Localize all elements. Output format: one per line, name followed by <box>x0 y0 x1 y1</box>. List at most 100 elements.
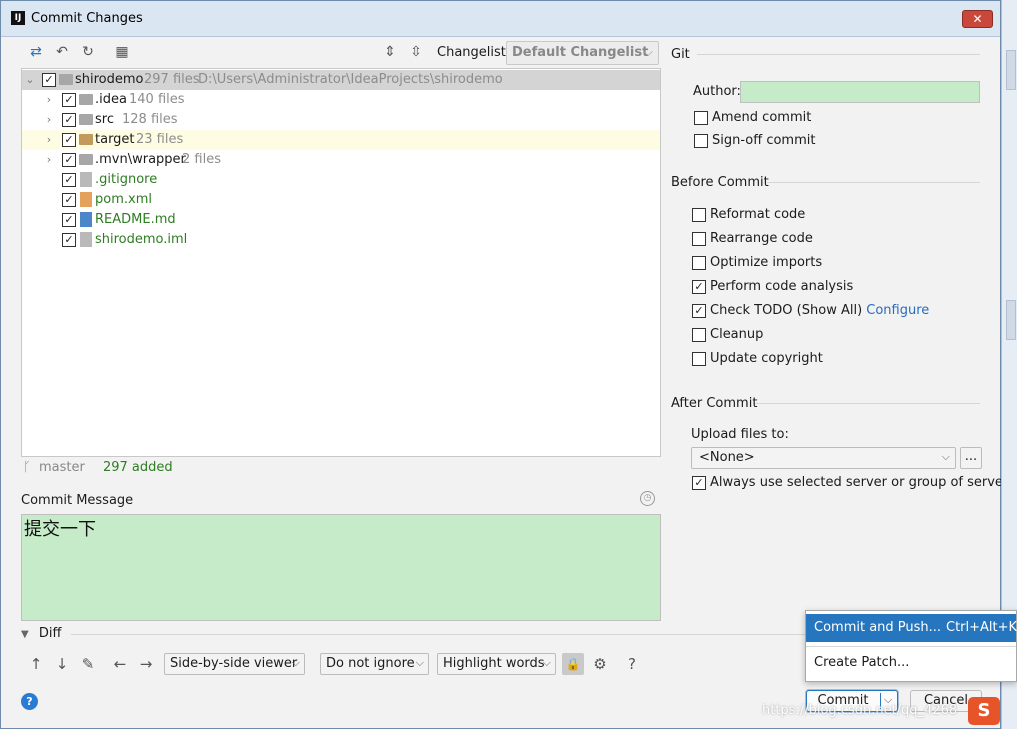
rollback-icon[interactable]: ↶ <box>53 43 71 61</box>
rearrange-code-checkbox[interactable] <box>692 232 706 246</box>
folder-checkbox[interactable]: ✓ <box>62 113 76 127</box>
update-copyright-checkbox[interactable] <box>692 352 706 366</box>
tree-folder-row[interactable]: › ✓ src 128 files <box>22 110 660 130</box>
highlight-value: Highlight words <box>443 656 545 671</box>
ignore-whitespace-dropdown[interactable]: Do not ignore ⌵ <box>320 653 429 675</box>
commit-message-input[interactable]: 提交一下 <box>21 514 661 621</box>
divider <box>755 403 980 404</box>
divider <box>767 182 980 183</box>
highlight-dropdown[interactable]: Highlight words ⌵ <box>437 653 556 675</box>
collapse-all-icon[interactable]: ⇳ <box>407 43 425 61</box>
create-patch-label: Create Patch... <box>814 655 910 670</box>
commit-history-icon[interactable]: ◷ <box>640 491 655 506</box>
configure-todo-link[interactable]: Configure <box>866 303 929 318</box>
tree-file-row[interactable]: ✓ pom.xml <box>22 190 660 210</box>
folder-icon <box>79 154 93 165</box>
file-checkbox[interactable]: ✓ <box>62 213 76 227</box>
tree-folder-row[interactable]: › ✓ .mvn\wrapper 2 files <box>22 150 660 170</box>
chevron-down-icon[interactable]: ▼ <box>21 629 29 640</box>
divider <box>697 54 980 55</box>
arrow-down-icon[interactable]: ↓ <box>53 655 71 673</box>
reformat-code-checkbox[interactable] <box>692 208 706 222</box>
check-todo-checkbox[interactable]: ✓ <box>692 304 706 318</box>
tree-file-row[interactable]: ✓ README.md <box>22 210 660 230</box>
chevron-right-icon[interactable]: › <box>43 150 55 170</box>
help-icon[interactable]: ? <box>21 693 38 710</box>
file-name: shirodemo.iml <box>95 232 188 247</box>
chevron-down-icon[interactable]: ⌄ <box>24 70 36 90</box>
upload-server-value: <None> <box>699 450 755 465</box>
arrow-left-icon[interactable]: ← <box>111 655 129 673</box>
edit-icon[interactable]: ✎ <box>79 655 97 673</box>
git-section-title: Git <box>671 47 690 62</box>
check-todo-text: Check TODO (Show All) <box>710 303 863 318</box>
update-copyright-label: Update copyright <box>710 351 823 366</box>
expand-all-icon[interactable]: ⇕ <box>381 43 399 61</box>
tree-root-row[interactable]: ⌄ ✓ shirodemo 297 files D:\Users\Adminis… <box>22 70 660 90</box>
root-count: 297 files <box>144 72 200 87</box>
chevron-right-icon[interactable]: › <box>43 90 55 110</box>
diff-label: Diff <box>38 626 62 641</box>
after-commit-title: After Commit <box>671 396 758 411</box>
settings-gear-icon[interactable]: ⚙ <box>591 655 609 673</box>
create-patch-item[interactable]: Create Patch... <box>806 649 1016 677</box>
amend-commit-checkbox[interactable] <box>694 111 708 125</box>
iml-file-icon <box>80 232 92 247</box>
commit-and-push-label: Commit and Push... <box>814 620 942 635</box>
commit-and-push-item[interactable]: Commit and Push... Ctrl+Alt+K <box>806 614 1017 642</box>
changelist-value: Default Changelist <box>512 45 649 60</box>
browse-servers-button[interactable]: ... <box>960 447 982 469</box>
viewer-mode-dropdown[interactable]: Side-by-side viewer ⌵ <box>164 653 305 675</box>
folder-checkbox[interactable]: ✓ <box>62 93 76 107</box>
show-diff-icon[interactable]: ⇄ <box>27 43 45 61</box>
lock-icon[interactable]: 🔒 <box>562 653 584 675</box>
diff-section-header[interactable]: ▼ Diff <box>21 626 61 641</box>
folder-name: src <box>95 112 114 127</box>
root-checkbox[interactable]: ✓ <box>42 73 56 87</box>
tree-folder-row[interactable]: › ✓ .idea 140 files <box>22 90 660 110</box>
chevron-down-icon: ⌵ <box>643 45 653 60</box>
author-input[interactable] <box>740 81 980 103</box>
changelist-label: Changelist: <box>437 45 511 60</box>
tree-file-row[interactable]: ✓ .gitignore <box>22 170 660 190</box>
refresh-icon[interactable]: ↻ <box>79 43 97 61</box>
file-checkbox[interactable]: ✓ <box>62 173 76 187</box>
folder-count: 2 files <box>182 152 221 167</box>
folder-icon <box>79 94 93 105</box>
background-tab <box>1006 50 1016 90</box>
tree-file-row[interactable]: ✓ shirodemo.iml <box>22 230 660 250</box>
file-checkbox[interactable]: ✓ <box>62 193 76 207</box>
gitignore-file-icon <box>80 172 92 187</box>
file-checkbox[interactable]: ✓ <box>62 233 76 247</box>
file-name: .gitignore <box>95 172 158 187</box>
arrow-right-icon[interactable]: → <box>137 655 155 673</box>
markdown-file-icon <box>80 212 92 227</box>
diff-help-icon[interactable]: ? <box>623 655 641 673</box>
close-button[interactable]: ✕ <box>962 10 993 28</box>
always-use-server-checkbox[interactable]: ✓ <box>692 476 706 490</box>
cleanup-checkbox[interactable] <box>692 328 706 342</box>
folder-checkbox[interactable]: ✓ <box>62 153 76 167</box>
chevron-right-icon[interactable]: › <box>43 130 55 150</box>
chevron-down-icon: ⌵ <box>941 450 950 463</box>
signoff-commit-checkbox[interactable] <box>694 134 708 148</box>
code-analysis-label: Perform code analysis <box>710 279 854 294</box>
chevron-right-icon[interactable]: › <box>43 110 55 130</box>
optimize-imports-checkbox[interactable] <box>692 256 706 270</box>
folder-checkbox[interactable]: ✓ <box>62 133 76 147</box>
changes-tree[interactable]: ⌄ ✓ shirodemo 297 files D:\Users\Adminis… <box>21 68 661 457</box>
added-count: 297 added <box>102 460 173 475</box>
arrow-up-icon[interactable]: ↑ <box>27 655 45 673</box>
reformat-code-label: Reformat code <box>710 207 806 222</box>
changelist-dropdown[interactable]: Default Changelist ⌵ <box>506 41 659 65</box>
watermark-logo: S <box>968 697 1000 725</box>
folder-name: .idea <box>95 92 127 107</box>
upload-server-dropdown[interactable]: <None> ⌵ <box>691 447 956 469</box>
branch-name[interactable]: master <box>39 460 85 475</box>
tree-folder-row[interactable]: › ✓ target 23 files <box>22 130 660 150</box>
folder-icon <box>59 74 73 85</box>
group-by-icon[interactable]: ▦ <box>113 43 131 61</box>
rearrange-code-label: Rearrange code <box>710 231 813 246</box>
code-analysis-checkbox[interactable]: ✓ <box>692 280 706 294</box>
chevron-down-icon: ⌵ <box>542 656 551 669</box>
